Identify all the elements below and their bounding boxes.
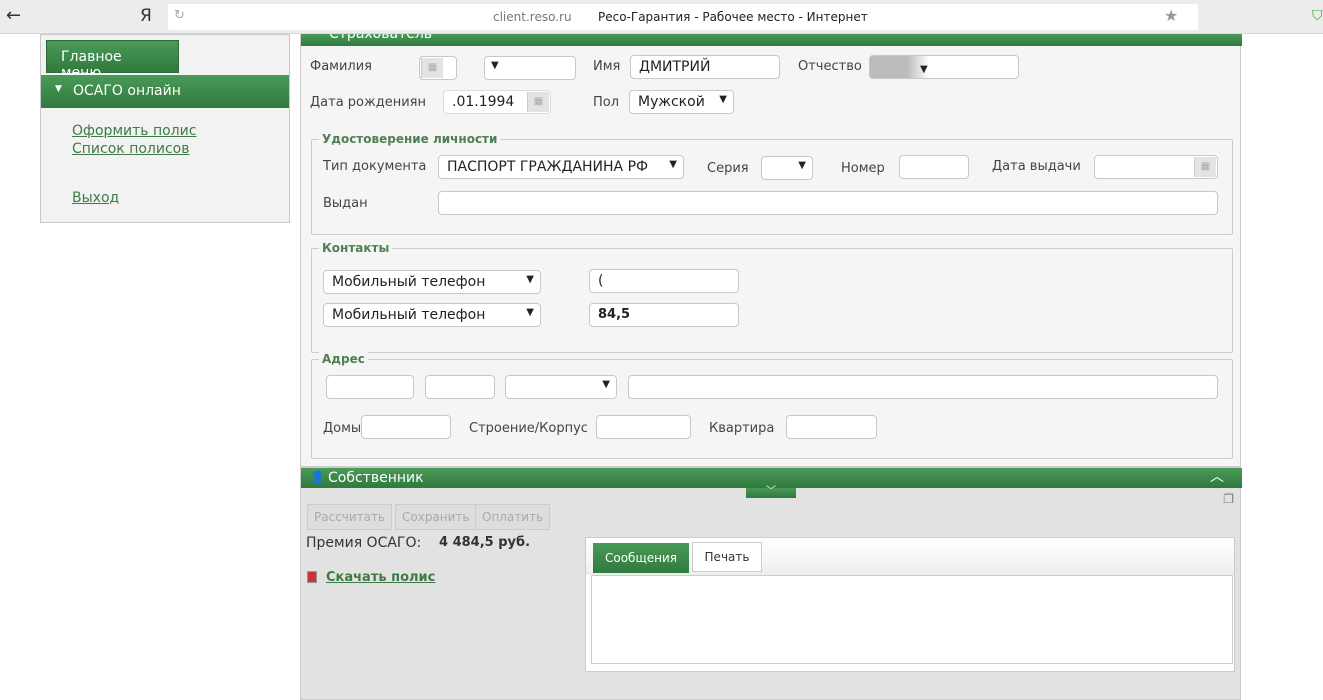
page-title: Ресо-Гарантия - Рабочее место - Интернет [598, 10, 868, 24]
identity-fieldset [311, 139, 1233, 235]
dropdown-arrow-icon: ▼ [669, 159, 677, 170]
insurer-header[interactable]: Страхователь [301, 34, 1242, 46]
birth-date-value: .01.1994 [452, 94, 515, 110]
building-label: Строение/Корпус [469, 421, 588, 436]
dropdown-arrow-icon: ▼ [798, 160, 806, 171]
shield-icon[interactable]: ⛉ [1312, 8, 1323, 24]
number-label: Номер [841, 161, 885, 176]
sidebar: Главное меню ▼ ОСАГО онлайн Оформить пол… [40, 34, 290, 223]
dropdown-arrow-icon: ▼ [526, 307, 534, 318]
issued-by-field[interactable] [438, 191, 1218, 215]
owner-header[interactable]: 👤 Собственник ︿ [301, 468, 1242, 488]
sidebar-item-policy-list[interactable]: Список полисов [72, 141, 189, 157]
apartment-field[interactable] [786, 415, 877, 439]
calendar-icon[interactable]: ▦ [1194, 157, 1216, 177]
owner-panel: 👤 Собственник ︿ ﹀ ❐ Рассчитать Сохранить… [300, 467, 1242, 700]
phone1-field[interactable]: ( [589, 269, 739, 293]
owner-title: Собственник [328, 470, 424, 486]
phone2-type-value: Мобильный телефон [332, 307, 486, 323]
address-fieldset [311, 359, 1233, 459]
phone2-type-select[interactable]: Мобильный телефон ▼ [323, 303, 541, 327]
surname-select[interactable]: ▼ [484, 56, 576, 80]
gender-label: Пол [593, 95, 620, 110]
insurer-title: Страхователь [329, 34, 433, 42]
restore-window-icon[interactable]: ❐ [1223, 492, 1234, 506]
phone1-type-select[interactable]: Мобильный телефон ▼ [323, 270, 541, 294]
patronymic-label: Отчество [798, 59, 862, 74]
dropdown-arrow-icon: ▼ [526, 274, 534, 285]
sidebar-item-exit[interactable]: Выход [72, 190, 119, 206]
pdf-icon [307, 571, 317, 583]
doc-type-select[interactable]: ПАСПОРТ ГРАЖДАНИНА РФ ▼ [438, 155, 684, 179]
series-label: Серия [707, 161, 749, 176]
contacts-legend: Контакты [319, 241, 393, 255]
issued-by-label: Выдан [323, 196, 368, 211]
birth-date-label: Дата рождениян [310, 95, 426, 110]
sidebar-item-issue-policy[interactable]: Оформить полис [72, 123, 196, 139]
building-field[interactable] [596, 415, 691, 439]
insurer-panel: Страхователь Фамилия ▦ ▼ Имя ДМИТРИЙ Отч… [300, 34, 1242, 467]
address-city-field[interactable] [425, 375, 495, 399]
caret-down-icon: ▼ [55, 84, 62, 94]
messages-panel: Сообщения Печать [585, 537, 1235, 672]
download-policy-link[interactable]: Скачать полис [326, 570, 435, 585]
premium-label: Премия ОСАГО: [306, 535, 422, 551]
arrow-left-icon[interactable]: ← [6, 5, 21, 26]
issue-date-field[interactable]: ▦ [1094, 155, 1218, 179]
star-icon[interactable]: ★ [1164, 6, 1178, 25]
calendar-icon[interactable]: ▦ [527, 92, 549, 112]
doc-type-value: ПАСПОРТ ГРАЖДАНИНА РФ [447, 159, 649, 175]
contacts-fieldset [311, 248, 1233, 353]
surname-label: Фамилия [310, 59, 372, 74]
gender-select[interactable]: Мужской ▼ [629, 90, 734, 114]
birth-date-field[interactable]: .01.1994 ▦ [443, 90, 551, 114]
dropdown-arrow-icon: ▼ [602, 379, 610, 390]
url-text: client.reso.ru [493, 10, 572, 24]
issue-date-label: Дата выдачи [992, 159, 1081, 174]
phone2-field[interactable]: 84,5 [589, 303, 739, 327]
address-region-select[interactable] [326, 375, 414, 399]
surname-field[interactable]: ▦ [419, 56, 457, 80]
apartment-label: Квартира [709, 421, 775, 436]
browser-logo[interactable]: Я [140, 6, 152, 26]
collapse-icon[interactable]: ︿ [1210, 466, 1224, 486]
gender-value: Мужской [638, 94, 705, 110]
address-street-select[interactable]: ▼ [505, 375, 617, 399]
dropdown-arrow-icon: ▼ [491, 60, 499, 71]
sidebar-section-label: ОСАГО онлайн [73, 83, 181, 99]
phone1-type-value: Мобильный телефон [332, 274, 486, 290]
number-field[interactable] [899, 155, 969, 179]
reload-icon[interactable]: ↻ [174, 8, 185, 23]
name-label: Имя [593, 59, 621, 74]
address-legend: Адрес [319, 352, 368, 366]
series-select[interactable]: ▼ [761, 156, 813, 180]
save-button[interactable]: Сохранить [395, 504, 477, 530]
identity-legend: Удостоверение личности [319, 132, 501, 146]
calendar-icon: ▦ [421, 58, 443, 78]
address-bar[interactable]: ↻ client.reso.ru Ресо-Гарантия - Рабочее… [168, 4, 1198, 30]
doc-type-label: Тип документа [323, 159, 427, 174]
house-label: Домы [323, 421, 362, 436]
calculate-button[interactable]: Рассчитать [307, 504, 393, 530]
expand-toggle[interactable]: ﹀ [746, 487, 796, 498]
messages-content [591, 575, 1233, 664]
address-full-field[interactable] [628, 375, 1218, 399]
patronymic-field[interactable]: ▼ [869, 55, 1019, 79]
dropdown-arrow-icon: ▼ [719, 94, 727, 105]
person-icon: 👤 [310, 470, 325, 484]
browser-toolbar: ← Я ↻ client.reso.ru Ресо-Гарантия - Раб… [0, 0, 1323, 34]
house-field[interactable] [361, 415, 451, 439]
tab-messages[interactable]: Сообщения [593, 543, 689, 573]
pay-button[interactable]: Оплатить [475, 504, 551, 530]
tab-print[interactable]: Печать [692, 542, 762, 572]
dropdown-arrow-icon: ▼ [920, 64, 928, 75]
main-menu-button[interactable]: Главное меню [46, 40, 179, 81]
name-field[interactable]: ДМИТРИЙ [630, 55, 780, 79]
sidebar-section-osago[interactable]: ▼ ОСАГО онлайн [41, 75, 289, 108]
premium-value: 4 484,5 руб. [439, 535, 531, 550]
